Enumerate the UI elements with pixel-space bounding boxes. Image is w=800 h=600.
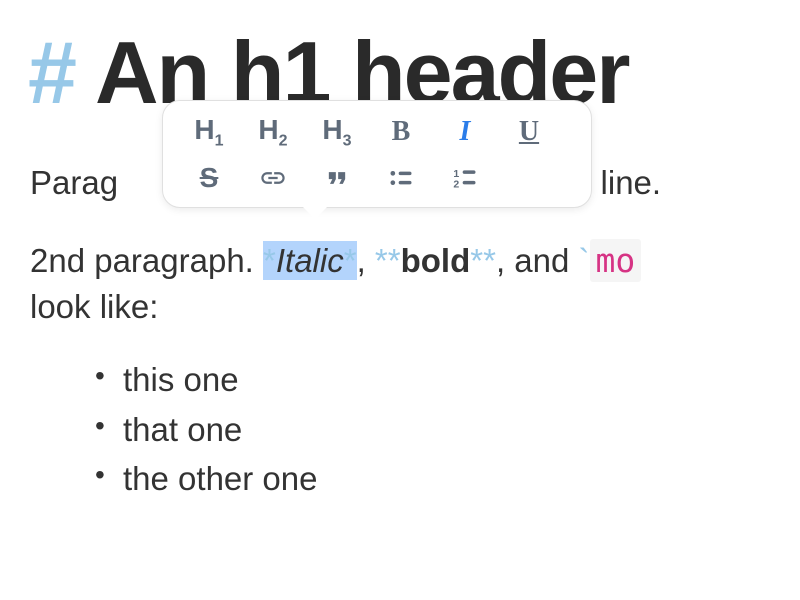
bullet-list[interactable]: this one that one the other one [95,355,318,504]
h2-icon: H2 [258,114,287,151]
link-icon [259,164,287,192]
selection-highlight: *Italic* [263,241,357,280]
heading-hash-mark: # [28,22,77,124]
h3-button[interactable]: H3 [309,113,365,151]
p2-sep2: , and [496,242,579,279]
bold-open-mark: ** [375,242,401,279]
bulleted-list-icon [387,164,415,192]
p2-sep1: , [357,242,375,279]
quote-button[interactable] [309,159,365,197]
italic-open-mark: * [263,242,276,279]
h2-button[interactable]: H2 [245,113,301,151]
paragraph-2[interactable]: 2nd paragraph. *Italic*, **bold**, and `… [30,238,641,330]
underline-icon: U [519,116,539,148]
strikethrough-icon: S [200,162,219,194]
list-item[interactable]: that one [95,405,318,455]
quote-icon [323,164,351,192]
h1-button[interactable]: H1 [181,113,237,151]
italic-icon: I [460,116,471,148]
italic-button[interactable]: I [437,113,493,151]
strikethrough-button[interactable]: S [181,159,237,197]
code-snippet: mo [590,239,642,282]
paragraph-1-prefix: Parag [30,164,118,201]
numbered-list-button[interactable]: 12 [437,159,493,197]
backtick-mark: ` [579,242,590,279]
h1-icon: H1 [194,114,223,151]
svg-text:2: 2 [453,178,459,190]
numbered-list-icon: 12 [451,164,479,192]
bold-button[interactable]: B [373,113,429,151]
list-item[interactable]: the other one [95,454,318,504]
formatting-toolbar: H1 H2 H3 B I U S 12 [162,100,592,208]
bold-icon: B [392,116,411,148]
bold-close-mark: ** [470,242,496,279]
list-item[interactable]: this one [95,355,318,405]
underline-button[interactable]: U [501,113,557,151]
italic-text: Italic [276,242,344,279]
bulleted-list-button[interactable] [373,159,429,197]
h3-icon: H3 [322,114,351,151]
bold-text: bold [401,242,471,279]
p2-line2: look like: [30,288,158,325]
link-button[interactable] [245,159,301,197]
italic-close-mark: * [344,242,357,279]
p2-prefix: 2nd paragraph. [30,242,263,279]
